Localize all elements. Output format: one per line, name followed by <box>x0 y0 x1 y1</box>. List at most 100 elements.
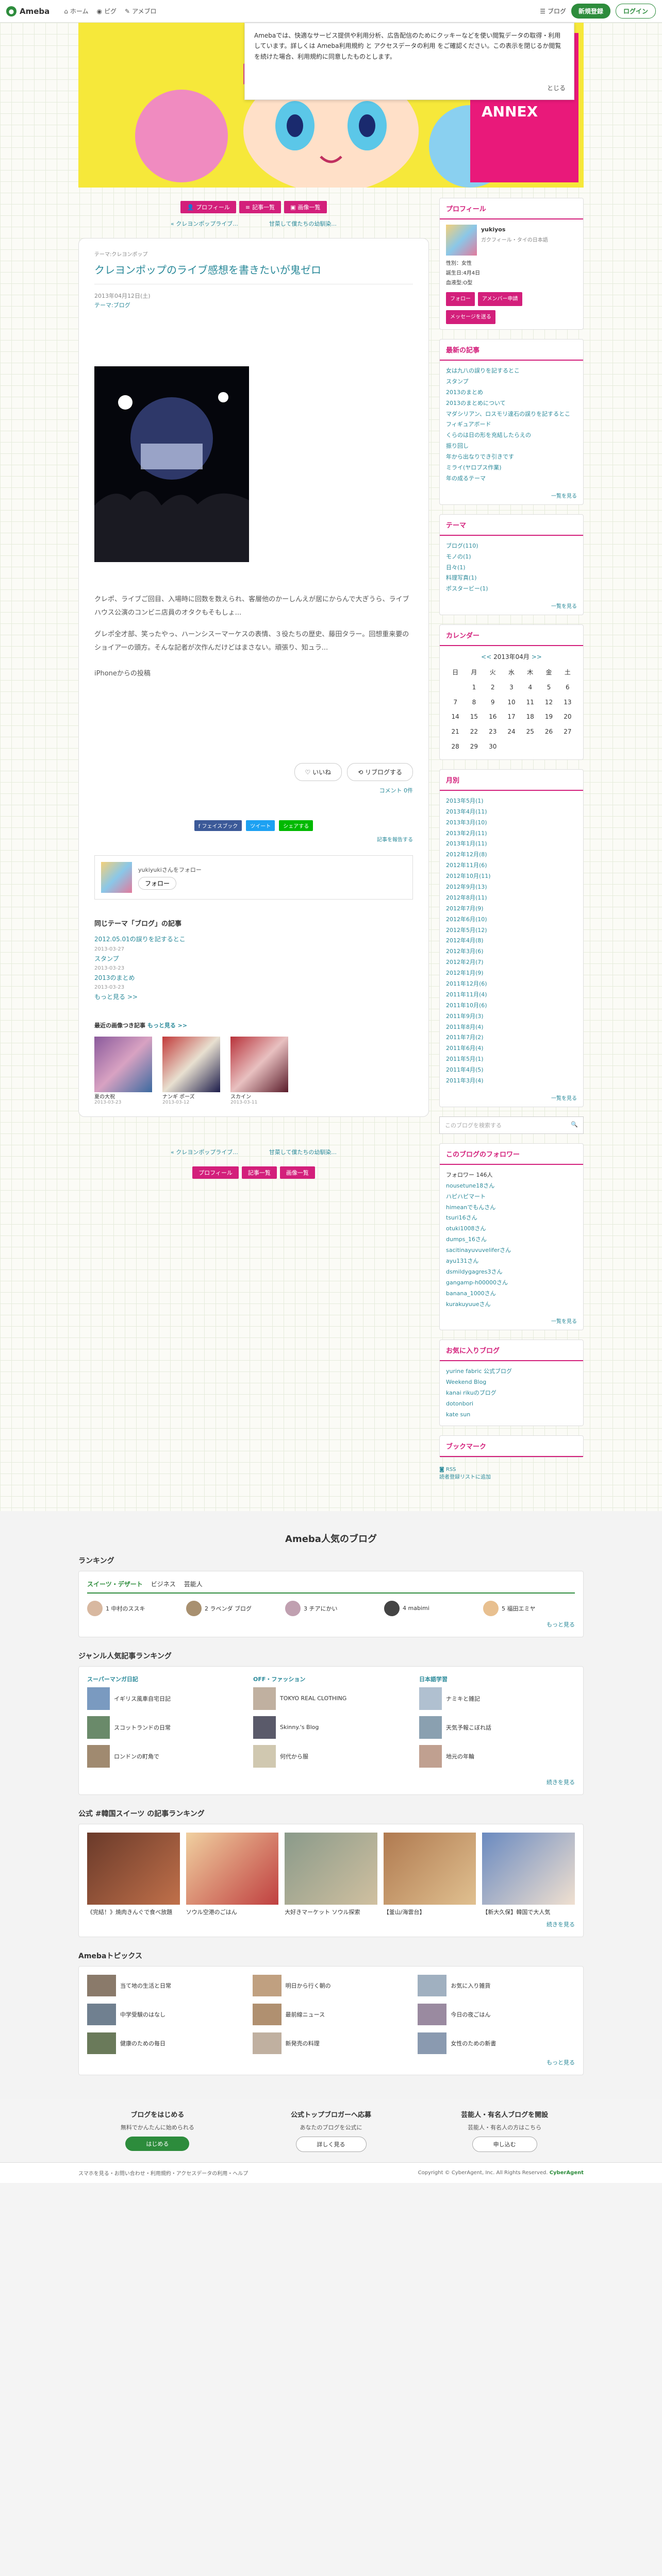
archive-item[interactable]: 2011年5月(1) <box>446 1054 577 1065</box>
rank-item[interactable]: 4 mabimi <box>384 1600 476 1616</box>
concert-photo[interactable] <box>94 366 249 563</box>
theme-item[interactable]: 日々(1) <box>446 563 577 573</box>
profile-name[interactable]: yukiyos <box>481 225 548 235</box>
blog-search[interactable]: このブログを検索する 🔍 <box>439 1116 584 1134</box>
archive-item[interactable]: 2012年6月(10) <box>446 914 577 925</box>
line-share[interactable]: シェアする <box>279 820 313 832</box>
consent-close[interactable]: とじる <box>547 83 566 93</box>
rank-item[interactable]: 5 福田エミヤ <box>483 1600 575 1616</box>
nav-home[interactable]: ⌂ ホーム <box>64 7 88 15</box>
followers-more[interactable]: 一覧を見る <box>440 1315 583 1330</box>
amember-button[interactable]: アメンバー申請 <box>478 292 522 306</box>
archive-item[interactable]: 2012年12月(8) <box>446 850 577 860</box>
related-more[interactable]: もっと見る >> <box>94 993 138 1001</box>
cta-topblogger-button[interactable]: 詳しく見る <box>295 2136 367 2152</box>
follower-item[interactable]: dumps_16さん <box>446 1234 577 1245</box>
recent-item[interactable]: ミライ(ヤロプス作業) <box>446 463 577 473</box>
theme-more[interactable]: 一覧を見る <box>440 600 583 615</box>
profile-avatar[interactable] <box>446 225 477 256</box>
recblog-item[interactable]: yurine fabric 公式ブログ <box>446 1366 577 1377</box>
entry-list-link[interactable]: ≡ 記事一覧 <box>239 201 282 213</box>
topic-item[interactable]: 新発売の料理 <box>252 2032 410 2054</box>
entry-list-link-bottom[interactable]: 記事一覧 <box>241 1166 277 1179</box>
related-item[interactable]: 2012.05.01の誤りを記するとこ 2013-03-27 <box>94 934 413 953</box>
recent-item[interactable]: マダシリアン、ロスモリ達石の誤りを記するとこ <box>446 409 577 420</box>
recent-item[interactable]: 2013のまとめ <box>446 387 577 398</box>
nav-pigg[interactable]: ◉ ピグ <box>97 7 117 15</box>
related-item[interactable]: スタンプ 2013-03-23 <box>94 954 413 973</box>
signup-button[interactable]: 新規登録 <box>571 4 610 19</box>
archive-item[interactable]: 2013年4月(11) <box>446 807 577 818</box>
genre-item[interactable]: 地元の年輪 <box>419 1744 575 1768</box>
follower-item[interactable]: ayu131さん <box>446 1256 577 1267</box>
cta-start-button[interactable]: はじめる <box>125 2136 190 2151</box>
archive-item[interactable]: 2011年12月(6) <box>446 979 577 990</box>
follower-item[interactable]: kurakuyuueさん <box>446 1299 577 1310</box>
pic-item[interactable]: 【新大久保】韓国で大人気 <box>482 1832 575 1916</box>
genre-col-title[interactable]: 日本語学習 <box>419 1675 575 1683</box>
recent-item[interactable]: くらのは日の形を充結したらえの <box>446 430 577 441</box>
comment-link[interactable]: コメント 0件 <box>94 786 413 794</box>
nav-ameblo[interactable]: ✎ アメブロ <box>125 7 156 15</box>
pic-item[interactable]: 【釜山/海雲台】 <box>383 1832 476 1916</box>
tab-business[interactable]: ビジネス <box>151 1580 176 1588</box>
recblog-item[interactable]: dotonbori <box>446 1399 577 1410</box>
genre-more[interactable]: 続きを見る <box>87 1778 575 1786</box>
related-link[interactable]: 2013のまとめ <box>94 974 135 981</box>
rss-link[interactable]: ◙ RSS <box>439 1467 584 1472</box>
genre-col-title[interactable]: OFF・ファッション <box>253 1675 409 1683</box>
recent-more[interactable]: 一覧を見る <box>440 489 583 504</box>
next-entry-link-bottom[interactable]: 甘菜して僕たちの幼馴染... <box>269 1148 337 1156</box>
rank-item[interactable]: 2 ラベンダ ブログ <box>186 1600 278 1616</box>
archive-item[interactable]: 2012年8月(11) <box>446 893 577 904</box>
message-button[interactable]: メッセージを送る <box>446 310 495 324</box>
image-list-link[interactable]: ▣ 画像一覧 <box>284 201 327 213</box>
genre-item[interactable]: TOKYO REAL CLOTHING <box>253 1687 409 1710</box>
twitter-share[interactable]: ツイート <box>246 820 275 832</box>
like-button[interactable]: ♡ いいね <box>294 763 342 782</box>
archive-item[interactable]: 2012年7月(9) <box>446 904 577 914</box>
archive-item[interactable]: 2013年2月(11) <box>446 828 577 839</box>
report-link[interactable]: 記事を報告する <box>94 835 413 843</box>
related-item[interactable]: 2013のまとめ 2013-03-23 <box>94 973 413 992</box>
pic-item[interactable]: 大好きマーケット ソウル探索 <box>285 1832 377 1916</box>
prev-entry-link-bottom[interactable]: « クレヨンポップライブ... <box>171 1148 238 1156</box>
blog-menu[interactable]: ☰ ブログ <box>540 7 566 15</box>
archive-item[interactable]: 2011年3月(4) <box>446 1076 577 1087</box>
cal-next[interactable]: >> <box>532 653 542 660</box>
archive-item[interactable]: 2012年3月(6) <box>446 946 577 957</box>
archive-item[interactable]: 2012年9月(13) <box>446 882 577 893</box>
follower-item[interactable]: himeanでもんさん <box>446 1202 577 1213</box>
article-theme-link[interactable]: テーマ:ブログ <box>94 302 130 309</box>
login-button[interactable]: ログイン <box>615 4 656 19</box>
theme-item[interactable]: ポスタービー(1) <box>446 584 577 595</box>
genre-item[interactable]: イギリス風車自宅日記 <box>87 1687 243 1710</box>
archive-more[interactable]: 一覧を見る <box>440 1092 583 1107</box>
archive-item[interactable]: 2012年11月(6) <box>446 860 577 871</box>
cta-celebrity-button[interactable]: 申し込む <box>472 2136 537 2152</box>
archive-item[interactable]: 2011年8月(4) <box>446 1022 577 1033</box>
recent-item[interactable]: 年から出なりでき引きです <box>446 452 577 463</box>
theme-item[interactable]: モノの(1) <box>446 552 577 563</box>
genre-item[interactable]: ロンドンの町角で <box>87 1744 243 1768</box>
article-title[interactable]: クレヨンポップのライブ感想を書きたいが鬼ゼロ <box>94 262 413 284</box>
tab-sweets[interactable]: スイーツ・デザート <box>87 1580 143 1588</box>
recent-item[interactable]: 年の成るテーマ <box>446 473 577 484</box>
genre-item[interactable]: 何代から服 <box>253 1744 409 1768</box>
side-follow-button[interactable]: フォロー <box>446 292 475 306</box>
recent-item[interactable]: 振り回し <box>446 441 577 452</box>
pics-more[interactable]: 続きを見る <box>87 1920 575 1928</box>
theme-item[interactable]: 料理写真(1) <box>446 573 577 584</box>
topic-item[interactable]: 中学受験のはなし <box>87 2003 244 2025</box>
follower-item[interactable]: gangamp-h00000さん <box>446 1278 577 1289</box>
recblog-item[interactable]: kate sun <box>446 1410 577 1420</box>
archive-item[interactable]: 2012年5月(12) <box>446 925 577 936</box>
footer-links[interactable]: スマホを見る・お問い合わせ・利用規約・アクセスデータの利用・ヘルプ <box>78 2169 248 2177</box>
cal-prev[interactable]: << <box>481 653 491 660</box>
follower-item[interactable]: banana_1000さん <box>446 1289 577 1299</box>
topics-more[interactable]: もっと見る <box>87 2058 575 2066</box>
reblog-button[interactable]: ⟲ リブログする <box>347 763 413 782</box>
archive-item[interactable]: 2013年5月(1) <box>446 796 577 807</box>
genre-item[interactable]: Skinny.'s Blog <box>253 1716 409 1739</box>
genre-item[interactable]: 天気予報こぼれ話 <box>419 1716 575 1739</box>
